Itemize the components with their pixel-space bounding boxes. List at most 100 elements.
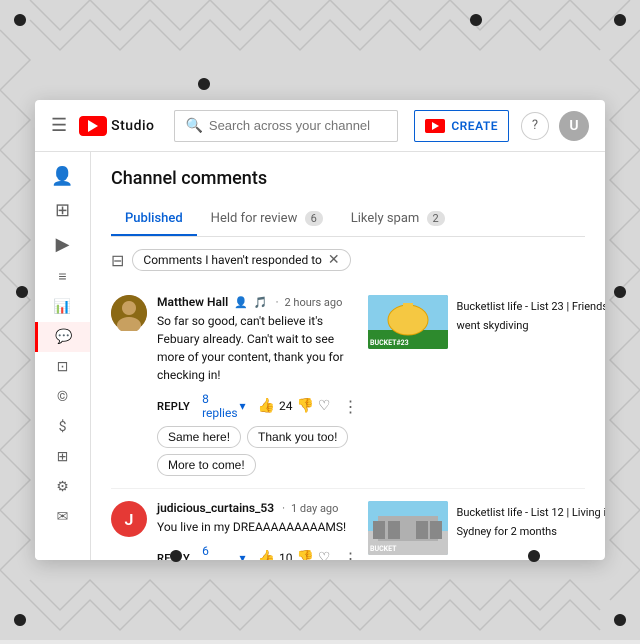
comment-time-1: 2 hours ago	[284, 296, 342, 309]
member-badge-1: 👤	[234, 296, 248, 309]
settings-icon: ⚙	[56, 480, 69, 494]
chevron-down-icon: ▾	[240, 399, 246, 413]
menu-icon[interactable]: ☰	[51, 115, 67, 136]
held-badge: 6	[305, 211, 323, 226]
sidebar-item-feedback[interactable]: ✉	[35, 502, 90, 532]
dot-mid-top	[198, 78, 210, 90]
revenue-icon: $	[59, 420, 67, 434]
filter-chip-label: Comments I haven't responded to	[143, 253, 321, 267]
replies-link-1[interactable]: 8 replies ▾	[202, 392, 245, 420]
comment-body-1: Matthew Hall 👤 🎵 · 2 hours ago So far so…	[157, 295, 358, 476]
thumbdown-icon-1[interactable]: 👎	[296, 398, 313, 414]
sidebar-item-revenue[interactable]: $	[35, 412, 90, 442]
quick-reply-thankyou[interactable]: Thank you too!	[247, 426, 348, 448]
comment-right-1: BUCKET#23 Bucketlist life - List 23 | Fr…	[368, 295, 605, 476]
youtube-icon	[79, 116, 107, 136]
video-title-2: Bucketlist life - List 12 | Living in Sy…	[456, 506, 605, 538]
comment-header-1: Matthew Hall 👤 🎵 · 2 hours ago	[157, 295, 358, 309]
sidebar-item-settings[interactable]: ⚙	[35, 472, 90, 502]
svg-text:BUCKET#23: BUCKET#23	[370, 339, 409, 347]
tabs-bar: Published Held for review 6 Likely spam …	[111, 203, 585, 237]
sidebar-item-playlists[interactable]: ⊞	[35, 442, 90, 472]
filter-close-icon[interactable]: ✕	[328, 253, 340, 267]
comment-header-2: judicious_curtains_53 · 1 day ago	[157, 501, 358, 515]
subtitles-icon: ≡	[58, 270, 66, 284]
sidebar-item-comments[interactable]: 💬	[35, 322, 90, 352]
comment-actions-1: REPLY 8 replies ▾ 👍 24 👎 ♡ ⋮	[157, 392, 358, 420]
sidebar-item-subtitles[interactable]: ≡	[35, 262, 90, 292]
monetize-icon: ©	[57, 390, 68, 404]
comment-body-2: judicious_curtains_53 · 1 day ago You li…	[157, 501, 358, 560]
profile-icon: 👤	[51, 168, 73, 186]
sidebar: 👤 ⊞ ▶ ≡ 📊 💬 ⊡ © $	[35, 152, 91, 560]
comment-item-2: J judicious_curtains_53 · 1 day ago You …	[111, 489, 585, 560]
user-avatar[interactable]: U	[559, 111, 589, 141]
thumbup-icon-1[interactable]: 👍	[258, 398, 275, 414]
sidebar-item-dashboard[interactable]: ⊞	[35, 194, 90, 228]
more-icon-2[interactable]: ⋮	[342, 549, 358, 561]
svg-text:BUCKET: BUCKET	[370, 545, 397, 553]
comment-author-2: judicious_curtains_53	[157, 501, 274, 515]
help-button[interactable]: ?	[521, 112, 549, 140]
sidebar-item-monetize[interactable]: ©	[35, 382, 90, 412]
tab-held[interactable]: Held for review 6	[197, 203, 337, 236]
reply-button-1[interactable]: REPLY	[157, 400, 190, 413]
like-area-2: 👍 10 👎 ♡	[258, 550, 331, 560]
page-title: Channel comments	[111, 168, 585, 189]
music-badge-1: 🎵	[254, 296, 268, 309]
filter-row: ⊟ Comments I haven't responded to ✕	[111, 249, 585, 271]
sidebar-item-analytics[interactable]: 📊	[35, 292, 90, 322]
search-input[interactable]	[209, 118, 387, 133]
sidebar-item-profile[interactable]: 👤	[35, 160, 90, 194]
comment-thumbnail-2[interactable]: BUCKET	[368, 501, 448, 555]
feedback-icon: ✉	[57, 510, 69, 524]
create-button[interactable]: CREATE	[414, 110, 509, 142]
tab-published[interactable]: Published	[111, 203, 197, 236]
more-icon-1[interactable]: ⋮	[342, 397, 358, 416]
comment-text-2: You live in my DREAAAAAAAAAMS!	[157, 518, 358, 536]
content-icon: ▶	[56, 236, 70, 254]
comments-icon: 💬	[55, 330, 72, 344]
corner-dot-tl	[14, 14, 26, 26]
heart-icon-2[interactable]: ♡	[318, 550, 331, 560]
corner-dot-bl	[14, 614, 26, 626]
like-area-1: 👍 24 👎 ♡	[258, 398, 331, 414]
create-label: CREATE	[451, 119, 498, 133]
comment-text-1: So far so good, can't believe it's Febua…	[157, 312, 358, 384]
thumbup-icon-2[interactable]: 👍	[258, 550, 275, 560]
dashboard-icon: ⊞	[55, 202, 70, 220]
tab-spam[interactable]: Likely spam 2	[337, 203, 459, 236]
captions-icon: ⊡	[57, 360, 69, 374]
dot-mid-left	[16, 286, 28, 298]
comment-right-2: BUCKET Bucketlist life - List 12 | Livin…	[368, 501, 605, 560]
help-icon: ?	[532, 118, 538, 133]
search-icon: 🔍	[185, 118, 202, 134]
heart-icon-1[interactable]: ♡	[318, 398, 331, 414]
search-bar[interactable]: 🔍	[174, 110, 398, 142]
comment-thumbnail-1[interactable]: BUCKET#23	[368, 295, 448, 349]
filter-chip[interactable]: Comments I haven't responded to ✕	[132, 249, 350, 271]
sidebar-item-captions[interactable]: ⊡	[35, 352, 90, 382]
like-count-1: 24	[279, 399, 293, 413]
sidebar-item-content[interactable]: ▶	[35, 228, 90, 262]
thumbdown-icon-2[interactable]: 👎	[296, 550, 313, 560]
video-info-1: Bucketlist life - List 23 | Friends, I w…	[456, 295, 605, 476]
playlists-icon: ⊞	[57, 450, 69, 464]
quick-reply-same[interactable]: Same here!	[157, 426, 241, 448]
dot-bot-left	[170, 550, 182, 562]
replies-link-2[interactable]: 6 replies ▾	[202, 544, 245, 560]
dot-bot-right	[528, 550, 540, 562]
topbar: ☰ Studio 🔍 CREATE ? U	[35, 100, 605, 152]
logo-area: Studio	[79, 116, 154, 136]
filter-icon: ⊟	[111, 251, 124, 270]
main-content: 👤 ⊞ ▶ ≡ 📊 💬 ⊡ © $	[35, 152, 605, 560]
comment-item: Matthew Hall 👤 🎵 · 2 hours ago So far so…	[111, 283, 585, 489]
studio-label: Studio	[111, 118, 154, 134]
quick-replies-1: Same here! Thank you too! More to come!	[157, 426, 358, 476]
quick-reply-more[interactable]: More to come!	[157, 454, 256, 476]
comment-avatar-2: J	[111, 501, 147, 537]
analytics-icon: 📊	[54, 300, 71, 314]
like-count-2: 10	[279, 551, 293, 560]
corner-dot-br	[614, 614, 626, 626]
spam-badge: 2	[427, 211, 445, 226]
